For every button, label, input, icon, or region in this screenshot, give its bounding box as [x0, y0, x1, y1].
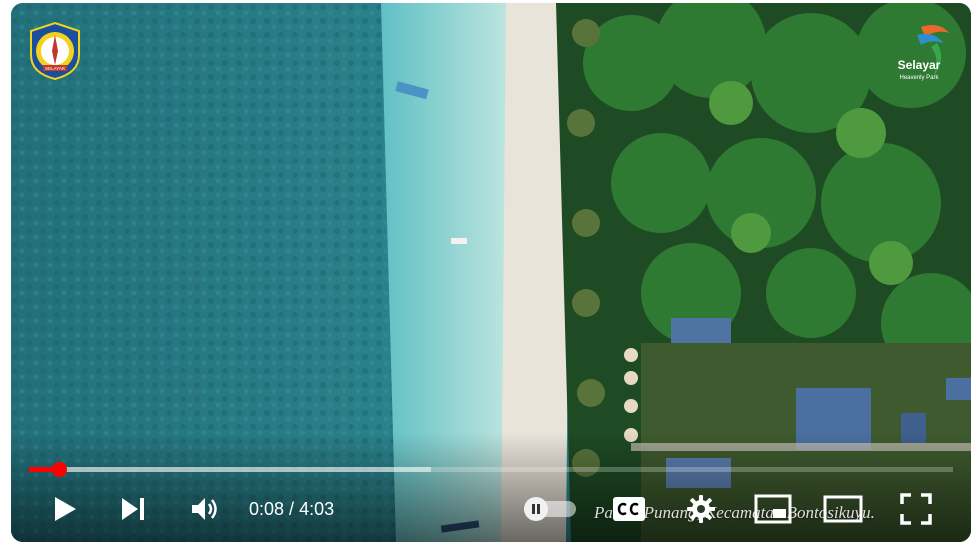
fullscreen-icon [900, 493, 932, 525]
brand-logo-subtext: Heavenly Park [899, 75, 939, 81]
progress-buffered [29, 467, 431, 472]
video-player[interactable]: SELAYAR Selayar Heavenly Park Pantai Pun… [11, 3, 971, 542]
theater-mode-button[interactable] [821, 489, 865, 529]
regency-emblem-logo: SELAYAR [25, 21, 85, 81]
miniplayer-button[interactable] [751, 489, 795, 529]
play-icon [55, 497, 76, 521]
miniplayer-icon [754, 494, 792, 524]
current-time: 0:08 [249, 499, 285, 519]
regency-logo-text: SELAYAR [45, 66, 66, 71]
progress-bar[interactable] [29, 462, 953, 477]
time-display: 0:08 / 4:03 [249, 497, 334, 521]
pause-icon [532, 504, 540, 514]
autoplay-knob [524, 497, 548, 521]
theater-mode-icon [823, 495, 863, 523]
player-controls: 0:08 / 4:03 [11, 481, 971, 537]
volume-button[interactable] [185, 489, 225, 529]
volume-icon [192, 498, 217, 520]
captions-button[interactable] [609, 489, 649, 529]
next-button[interactable] [113, 489, 153, 529]
gear-icon [687, 495, 715, 523]
duration: 4:03 [299, 499, 335, 519]
scrubber-handle[interactable] [52, 462, 68, 477]
brand-logo-text: Selayar [898, 58, 941, 72]
selayar-brand-logo: Selayar Heavenly Park [891, 19, 953, 89]
time-separator: / [284, 499, 300, 519]
skip-next-icon [122, 498, 144, 520]
autoplay-toggle[interactable] [524, 497, 576, 521]
fullscreen-button[interactable] [896, 489, 936, 529]
cc-icon [613, 497, 645, 521]
play-button[interactable] [45, 489, 85, 529]
settings-button[interactable] [681, 489, 721, 529]
